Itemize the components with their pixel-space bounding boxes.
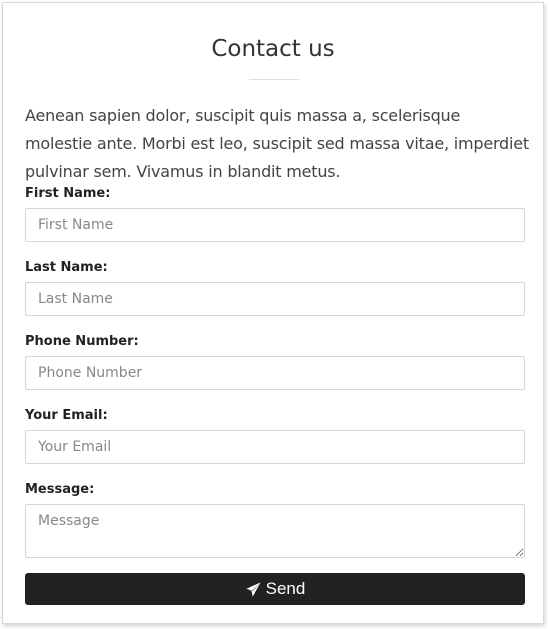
email-label: Your Email: (25, 408, 108, 423)
contact-form-card: Contact us Aenean sapien dolor, suscipit… (2, 2, 544, 624)
last-name-input[interactable] (25, 282, 525, 316)
send-button[interactable]: Send (25, 573, 525, 605)
intro-text: Aenean sapien dolor, suscipit quis massa… (25, 106, 529, 181)
phone-number-label: Phone Number: (25, 334, 139, 349)
phone-number-input[interactable] (25, 356, 525, 390)
title-divider (249, 79, 299, 80)
message-textarea[interactable] (25, 504, 525, 558)
first-name-input[interactable] (25, 208, 525, 242)
paper-plane-icon (245, 581, 262, 598)
last-name-label: Last Name: (25, 260, 108, 275)
page-title: Contact us (211, 36, 335, 62)
email-input[interactable] (25, 430, 525, 464)
first-name-label: First Name: (25, 186, 111, 201)
send-button-label: Send (265, 579, 306, 598)
message-label: Message: (25, 482, 95, 497)
